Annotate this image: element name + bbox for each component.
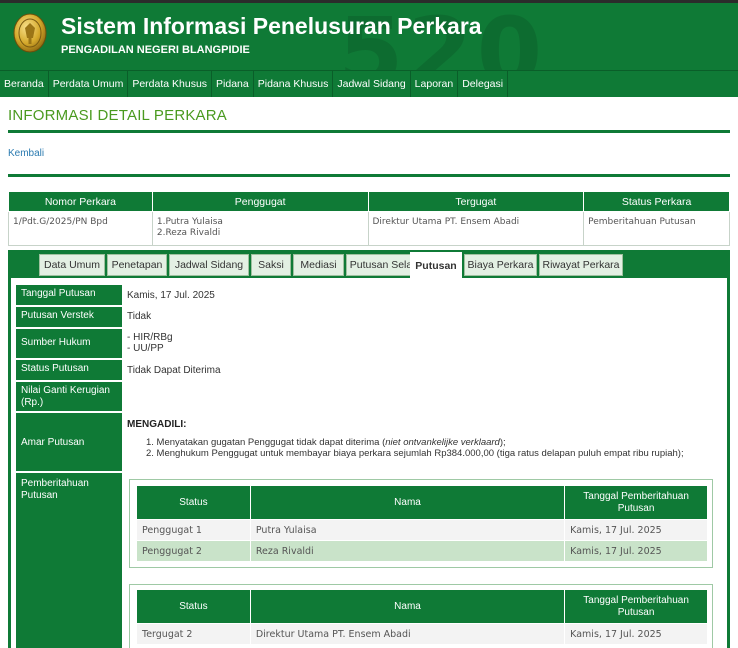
header-nama: Nama xyxy=(249,589,566,624)
tab-biaya-perkara[interactable]: Biaya Perkara xyxy=(464,254,537,276)
amar-heading: MENGADILI: xyxy=(127,419,187,430)
nav-laporan[interactable]: Laporan xyxy=(411,71,459,97)
amar-item-2: 2. Menghukum Penggugat untuk membayar bi… xyxy=(146,448,684,459)
sumber-hukum-2: - UU/PP xyxy=(127,343,164,354)
amar-item-1-suffix: ); xyxy=(499,437,506,448)
header-nama: Nama xyxy=(249,485,566,520)
section-divider xyxy=(8,174,730,177)
header-status: Status xyxy=(136,485,251,520)
site-subtitle: PENGADILAN NEGERI BLANGPIDIE xyxy=(61,44,250,56)
notice-table-penggugat: Status Nama Tanggal Pemberitahuan Putusa… xyxy=(136,485,708,562)
notice-header-row: Status Nama Tanggal Pemberitahuan Putusa… xyxy=(136,589,708,624)
case-status: Pemberitahuan Putusan xyxy=(583,211,730,246)
tab-saksi[interactable]: Saksi xyxy=(251,254,291,276)
value-putusan-verstek: Tidak xyxy=(127,311,152,322)
penggugat-cell: 1.Putra Yulaisa 2.Reza Rivaldi xyxy=(151,211,369,246)
nav-perdata-umum[interactable]: Perdata Umum xyxy=(49,71,129,97)
case-summary-table: Nomor Perkara Penggugat Tergugat Status … xyxy=(8,191,730,246)
amar-item-1-text: 1. Menyatakan gugatan Penggugat tidak da… xyxy=(146,437,386,448)
nav-pidana[interactable]: Pidana xyxy=(212,71,254,97)
notice-tanggal: Kamis, 17 Jul. 2025 xyxy=(564,519,708,541)
notice-nama: Reza Rivaldi xyxy=(249,540,566,562)
table-row: Penggugat 2 Reza Rivaldi Kamis, 17 Jul. … xyxy=(136,540,708,562)
header-penggugat: Penggugat xyxy=(151,191,369,212)
label-putusan-verstek: Putusan Verstek xyxy=(16,307,122,327)
nav-jadwal-sidang[interactable]: Jadwal Sidang xyxy=(333,71,411,97)
notice-status: Tergugat 2 xyxy=(136,623,251,645)
notice-table-tergugat: Status Nama Tanggal Pemberitahuan Putusa… xyxy=(136,589,708,645)
header-status: Status xyxy=(136,589,251,624)
amar-item-1: 1. Menyatakan gugatan Penggugat tidak da… xyxy=(146,437,684,448)
amar-item-1-italic: niet ontvankelijke verklaard xyxy=(385,437,500,448)
header-tergugat: Tergugat xyxy=(367,191,585,212)
header-status-perkara: Status Perkara xyxy=(583,191,730,212)
court-emblem-icon xyxy=(13,13,47,53)
nav-beranda[interactable]: Beranda xyxy=(0,71,49,97)
value-tanggal-putusan: Kamis, 17 Jul. 2025 xyxy=(127,290,215,301)
notice-status: Penggugat 2 xyxy=(136,540,251,562)
label-status-putusan: Status Putusan xyxy=(16,360,122,380)
header-nomor-perkara: Nomor Perkara xyxy=(8,191,153,212)
tab-putusan-sela[interactable]: Putusan Sela xyxy=(346,254,416,276)
site-header: 520 Sistem Informasi Penelusuran Perkara… xyxy=(0,0,738,70)
back-link[interactable]: Kembali xyxy=(8,148,44,159)
tab-riwayat-perkara[interactable]: Riwayat Perkara xyxy=(539,254,623,276)
table-row: Tergugat 2 Direktur Utama PT. Ensem Abad… xyxy=(136,623,708,645)
tab-data-umum[interactable]: Data Umum xyxy=(39,254,105,276)
notice-status: Penggugat 1 xyxy=(136,519,251,541)
penggugat-2: 2.Reza Rivaldi xyxy=(156,228,221,238)
label-nilai-ganti-kerugian: Nilai Ganti Kerugian (Rp.) xyxy=(16,382,122,411)
value-status-putusan: Tidak Dapat Diterima xyxy=(127,365,221,376)
tab-penetapan[interactable]: Penetapan xyxy=(107,254,167,276)
notice-header-row: Status Nama Tanggal Pemberitahuan Putusa… xyxy=(136,485,708,520)
nav-delegasi[interactable]: Delegasi xyxy=(458,71,509,97)
label-sumber-hukum: Sumber Hukum xyxy=(16,329,122,358)
main-navbar: Beranda Perdata Umum Perdata Khusus Pida… xyxy=(0,70,738,97)
notice-tanggal: Kamis, 17 Jul. 2025 xyxy=(564,623,708,645)
nav-pidana-khusus[interactable]: Pidana Khusus xyxy=(254,71,334,97)
case-table-row: 1/Pdt.G/2025/PN Bpd 1.Putra Yulaisa 2.Re… xyxy=(8,211,730,246)
header-tanggal-pemberitahuan: Tanggal Pemberitahuan Putusan xyxy=(564,589,708,624)
detail-tabs: Data Umum Penetapan Jadwal Sidang Saksi … xyxy=(8,250,730,278)
tab-jadwal-sidang[interactable]: Jadwal Sidang xyxy=(169,254,249,276)
site-title: Sistem Informasi Penelusuran Perkara xyxy=(61,13,482,39)
amar-list: 1. Menyatakan gugatan Penggugat tidak da… xyxy=(146,437,684,459)
tergugat-cell: Direktur Utama PT. Ensem Abadi xyxy=(367,211,585,246)
label-tanggal-putusan: Tanggal Putusan xyxy=(16,285,122,305)
sumber-hukum-1: - HIR/RBg xyxy=(127,332,173,343)
notice-nama: Direktur Utama PT. Ensem Abadi xyxy=(249,623,566,645)
case-number: 1/Pdt.G/2025/PN Bpd xyxy=(8,211,153,246)
nav-perdata-khusus[interactable]: Perdata Khusus xyxy=(128,71,213,97)
penggugat-1: 1.Putra Yulaisa xyxy=(156,217,223,227)
value-sumber-hukum: - HIR/RBg - UU/PP xyxy=(127,332,173,354)
label-pemberitahuan-putusan: Pemberitahuan Putusan xyxy=(16,473,122,648)
title-divider xyxy=(8,130,730,133)
table-row: Penggugat 1 Putra Yulaisa Kamis, 17 Jul.… xyxy=(136,519,708,541)
label-amar-putusan: Amar Putusan xyxy=(16,413,122,471)
tab-putusan[interactable]: Putusan xyxy=(410,252,462,278)
tab-mediasi[interactable]: Mediasi xyxy=(293,254,344,276)
notice-tanggal: Kamis, 17 Jul. 2025 xyxy=(564,540,708,562)
header-tanggal-pemberitahuan: Tanggal Pemberitahuan Putusan xyxy=(564,485,708,520)
case-table-header: Nomor Perkara Penggugat Tergugat Status … xyxy=(8,191,730,212)
notice-nama: Putra Yulaisa xyxy=(249,519,566,541)
page-title: INFORMASI DETAIL PERKARA xyxy=(8,107,228,124)
